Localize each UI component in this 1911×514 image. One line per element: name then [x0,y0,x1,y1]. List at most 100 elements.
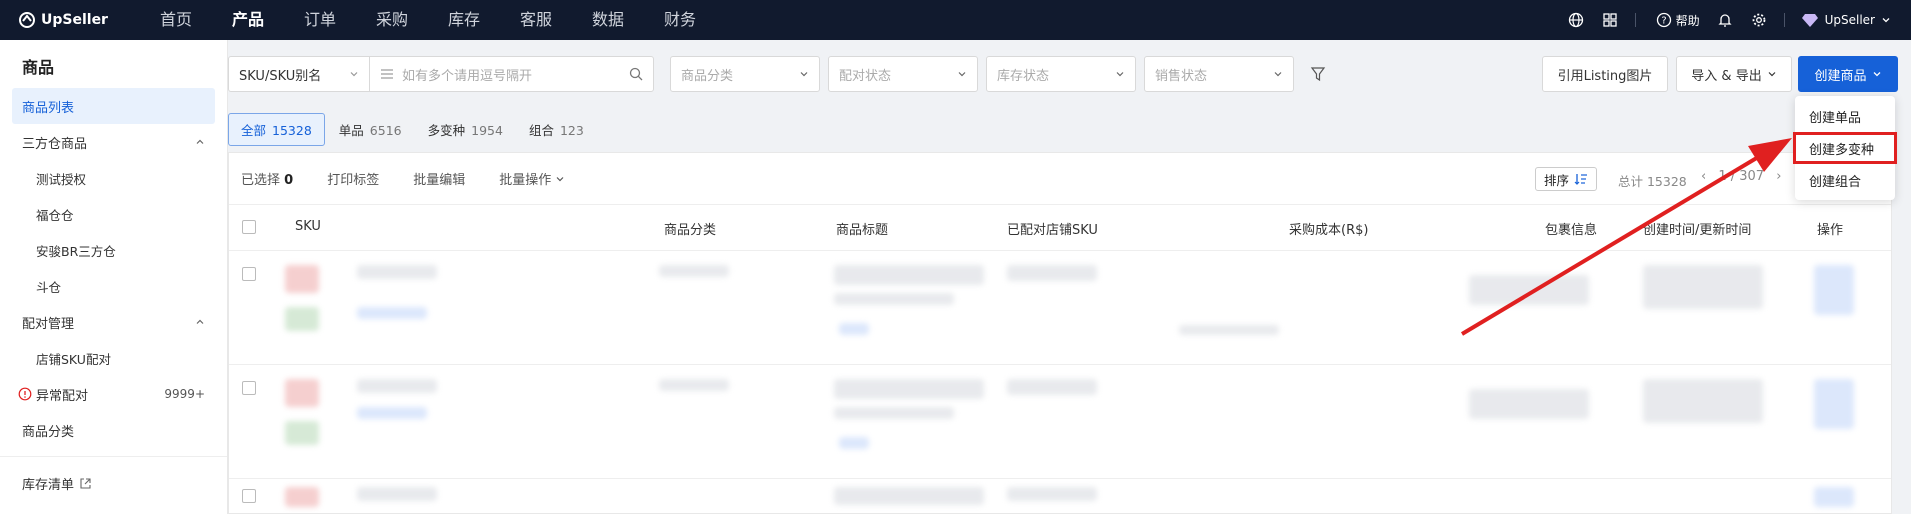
blurred-text [834,293,954,305]
table-row[interactable] [229,365,1891,479]
tab-count: 123 [559,122,584,138]
batch-operation-button[interactable]: 批量操作 [499,169,565,188]
search-icon[interactable] [629,67,643,81]
use-listing-image-button[interactable]: 引用Listing图片 [1542,56,1668,92]
selected-count: 已选择 0 [241,169,293,188]
chevron-down-icon [556,177,564,182]
nav-right: ? 帮助 UpSeller [1551,11,1891,29]
user-menu[interactable]: UpSeller [1801,12,1891,28]
nav-item-service[interactable]: 客服 [500,0,572,40]
import-export-button[interactable]: 导入 & 导出 [1676,56,1792,92]
nav-item-purchase[interactable]: 采购 [356,0,428,40]
sidebar-item-category[interactable]: 商品分类 [0,412,227,448]
sidebar-title: 商品 [22,58,55,77]
blurred-text [1643,265,1763,309]
sidebar-item-product-list[interactable]: 商品列表 [12,88,215,124]
sidebar-item-3pl-products[interactable]: 三方仓商品 [0,124,227,160]
col-category[interactable]: 商品分类 [664,219,716,238]
logo-text: UpSeller [41,12,108,28]
category-select[interactable]: 商品分类 [670,56,820,92]
sidebar-item-doucang[interactable]: 斗仓 [0,268,227,304]
sidebar-item-stock-list[interactable]: 库存清单 [0,465,227,501]
table-row[interactable] [229,251,1891,365]
search-input[interactable]: 如有多个请用逗号隔开 [369,56,654,92]
col-created-updated-time[interactable]: 创建时间/更新时间 [1643,219,1751,238]
pair-status-placeholder: 配对状态 [839,68,892,84]
blurred-text [357,379,437,393]
col-paired-store-sku[interactable]: 已配对店铺SKU [1007,219,1098,238]
print-label-button[interactable]: 打印标签 [327,169,379,188]
col-sku[interactable]: SKU [295,219,321,234]
blurred-thumbnail [285,487,319,507]
nav-item-orders[interactable]: 订单 [284,0,356,40]
blurred-text [1814,487,1854,507]
sidebar-item-abnormal-pair[interactable]: 异常配对 9999+ [0,376,227,412]
menu-item-create-bundle[interactable]: 创建组合 [1795,164,1895,196]
nav-item-inventory[interactable]: 库存 [428,0,500,40]
apps-icon[interactable] [1601,11,1619,29]
help-link[interactable]: ? 帮助 [1656,12,1700,29]
stock-status-select[interactable]: 库存状态 [986,56,1136,92]
menu-item-create-variant[interactable]: 创建多变种 [1793,132,1897,164]
nav-item-data[interactable]: 数据 [572,0,644,40]
sku-type-value: SKU/SKU别名 [239,68,322,84]
sale-status-select[interactable]: 销售状态 [1144,56,1294,92]
filter-icon[interactable] [1310,66,1326,86]
selected-label: 已选择 [241,173,281,188]
next-page-icon[interactable]: › [1776,169,1781,184]
col-package-info[interactable]: 包裹信息 [1545,219,1597,238]
nav-item-products[interactable]: 产品 [212,0,284,40]
sidebar-item-fucang[interactable]: 福仓仓 [0,196,227,232]
col-purchase-cost[interactable]: 采购成本(R$) [1289,219,1368,238]
tab-count: 15328 [272,122,312,138]
sidebar-item-pairing[interactable]: 配对管理 [0,304,227,340]
sort-button[interactable]: 排序 [1535,167,1598,191]
sidebar-item-label: 店铺SKU配对 [36,351,111,367]
sidebar-item-label: 斗仓 [36,279,62,295]
pagination: ‹ 1 / 307 › [1701,169,1781,184]
nav-separator [1634,13,1636,27]
prev-page-icon[interactable]: ‹ [1701,169,1706,184]
status-tabs: 全部 15328 单品 6516 多变种 1954 组合 123 [228,112,610,146]
menu-item-create-single[interactable]: 创建单品 [1795,100,1895,132]
chevron-down-icon [1768,72,1776,77]
blurred-text [357,265,437,279]
row-checkbox[interactable] [242,267,256,281]
blurred-text [834,487,984,505]
pair-status-select[interactable]: 配对状态 [828,56,978,92]
sidebar-item-test-auth[interactable]: 测试授权 [0,160,227,196]
row-checkbox[interactable] [242,489,256,503]
blurred-text [834,265,984,285]
table-toolbar: 已选择 0 打印标签 批量编辑 批量操作 排序 总计 15328 ‹ 1 / 3… [229,153,1891,205]
sidebar-item-label: 商品分类 [22,424,75,440]
gear-icon[interactable] [1750,11,1768,29]
chevron-down-icon [1274,72,1282,77]
batch-edit-button[interactable]: 批量编辑 [413,169,465,188]
tab-all[interactable]: 全部 15328 [228,112,325,146]
tab-bundle[interactable]: 组合 123 [529,120,584,139]
sidebar-item-anjun[interactable]: 安骏BR三方仓 [0,232,227,268]
chevron-down-icon [1116,72,1124,77]
col-actions[interactable]: 操作 [1817,219,1843,238]
blurred-text [659,379,729,391]
create-product-button[interactable]: 创建商品 [1798,56,1898,92]
sidebar-item-label: 三方仓商品 [22,136,88,152]
row-checkbox[interactable] [242,381,256,395]
sort-label: 排序 [1544,172,1570,188]
table-row[interactable] [229,479,1891,509]
globe-icon[interactable] [1567,11,1585,29]
nav-item-finance[interactable]: 财务 [644,0,716,40]
bell-icon[interactable] [1716,11,1734,29]
nav-item-home[interactable]: 首页 [140,0,212,40]
diamond-icon [1801,14,1818,27]
tab-variant[interactable]: 多变种 1954 [428,120,503,139]
tab-single[interactable]: 单品 6516 [339,120,402,139]
blurred-thumbnail [285,265,319,293]
sidebar-item-store-sku-pair[interactable]: 店铺SKU配对 [0,340,227,376]
chevron-down-icon [350,72,358,77]
app-logo[interactable]: UpSeller [18,11,140,29]
col-title[interactable]: 商品标题 [836,219,888,238]
chevron-down-icon [1882,18,1890,23]
sku-type-select[interactable]: SKU/SKU别名 [228,56,370,92]
select-all-checkbox[interactable] [242,220,256,234]
